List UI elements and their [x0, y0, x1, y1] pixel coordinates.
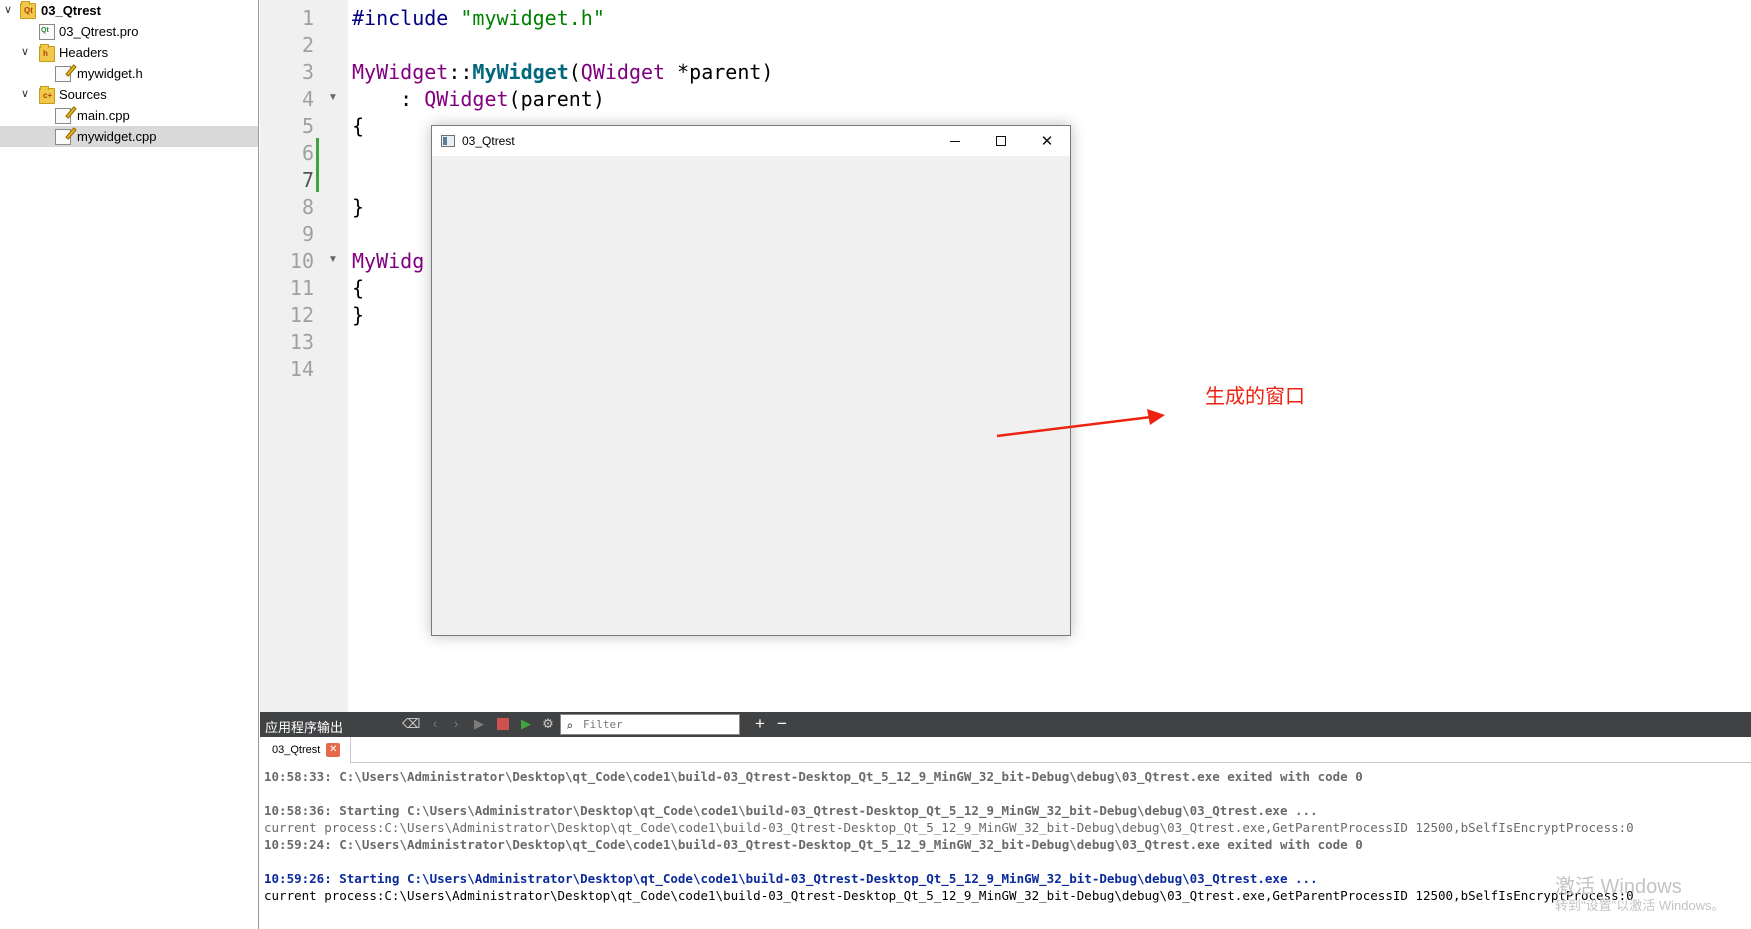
code-line-1: #include "mywidget.h"	[352, 6, 605, 30]
tree-item-main-cpp[interactable]: main.cpp	[0, 105, 258, 126]
output-panel-title: 应用程序输出	[265, 720, 344, 735]
filter-input[interactable]: ⌕ Filter	[560, 714, 740, 735]
line-number: 12	[289, 303, 314, 327]
chevron-down-icon[interactable]: ∨	[19, 88, 31, 100]
line-number: 8	[301, 195, 314, 219]
annotation-arrow-head	[1147, 409, 1165, 425]
output-tab-bar: 03_Qtrest ✕	[260, 737, 1751, 763]
zoom-in-icon[interactable]: +	[752, 715, 768, 732]
chevron-down-icon[interactable]: ∨	[2, 4, 14, 16]
code-line-5: {	[352, 114, 365, 138]
minimize-button[interactable]	[932, 126, 978, 156]
generated-window[interactable]: 03_Qtrest ✕	[431, 125, 1071, 636]
project-tree: ∨ Qt 03_Qtrest Qt 03_Qtrest.pro ∨ h Head…	[0, 0, 259, 929]
line-number: 11	[289, 276, 314, 300]
pro-file-icon: Qt	[39, 24, 55, 40]
zoom-out-icon[interactable]: −	[774, 715, 790, 732]
code-line-3: MyWidget::MyWidget(QWidget *parent)	[352, 60, 774, 84]
header-file-icon	[55, 64, 77, 82]
output-toolbar: 应用程序输出 ⌫ ‹ › ▶ ▶ ⚙ ⌕ Filter + −	[260, 712, 1751, 737]
tree-item-project[interactable]: ∨ Qt 03_Qtrest	[0, 0, 258, 21]
line-number: 10	[289, 249, 314, 273]
line-number: 5	[301, 114, 314, 138]
tree-item-mywidget-h[interactable]: mywidget.h	[0, 63, 258, 84]
tree-label-mywidget-cpp: mywidget.cpp	[77, 129, 157, 144]
source-file-icon	[55, 106, 77, 124]
tree-item-sources[interactable]: ∨ c+ Sources	[0, 84, 258, 105]
sources-folder-icon: c+	[39, 86, 55, 104]
output-tab[interactable]: 03_Qtrest ✕	[260, 737, 352, 763]
code-line-11: {	[352, 276, 365, 300]
log-line: 10:58:33: C:\Users\Administrator\Desktop…	[264, 769, 1363, 784]
tree-label-sources: Sources	[59, 87, 107, 102]
activation-watermark-hint: 转到"设置"以激活 Windows。	[1555, 898, 1725, 913]
clear-output-icon[interactable]: ⌫	[402, 716, 420, 732]
line-number: 13	[289, 330, 314, 354]
code-line-12: }	[352, 303, 365, 327]
stop-icon[interactable]	[495, 716, 511, 732]
annotation-arrow-line	[996, 415, 1152, 438]
annotation-label: 生成的窗口	[1205, 384, 1305, 408]
window-titlebar[interactable]: 03_Qtrest ✕	[432, 126, 1070, 156]
code-line-4: : QWidget(parent)	[352, 87, 605, 111]
tree-label-mywidget-h: mywidget.h	[77, 66, 143, 81]
project-folder-icon: Qt	[20, 1, 36, 19]
line-number: 9	[301, 222, 314, 246]
log-line: 10:59:26: Starting C:\Users\Administrato…	[264, 871, 1318, 886]
maximize-button[interactable]	[978, 126, 1024, 156]
tree-item-pro-file[interactable]: Qt 03_Qtrest.pro	[0, 21, 258, 42]
debug-run-icon[interactable]: ▶	[518, 716, 534, 732]
close-icon: ✕	[1040, 133, 1054, 150]
code-line-10: MyWidg	[352, 249, 425, 273]
code-line-8: }	[352, 195, 365, 219]
close-button[interactable]: ✕	[1024, 126, 1070, 156]
minimize-icon	[950, 140, 960, 142]
tree-label-main-cpp: main.cpp	[77, 108, 130, 123]
run-icon[interactable]: ▶	[471, 716, 487, 732]
tree-item-headers[interactable]: ∨ h Headers	[0, 42, 258, 63]
tree-label-headers: Headers	[59, 45, 109, 60]
window-title: 03_Qtrest	[462, 134, 515, 148]
fold-arrow-icon[interactable]: ▼	[328, 92, 338, 103]
line-number: 4	[301, 87, 314, 111]
tree-label-pro-file: 03_Qtrest.pro	[59, 24, 139, 39]
line-number: 2	[301, 33, 314, 57]
annotation-arrow	[996, 409, 1165, 438]
source-file-icon	[55, 127, 77, 145]
maximize-icon	[996, 136, 1006, 146]
search-icon: ⌕	[566, 719, 574, 733]
log-line: 10:58:36: Starting C:\Users\Administrato…	[264, 803, 1318, 818]
change-marker	[316, 138, 319, 192]
tree-label-project: 03_Qtrest	[41, 3, 101, 18]
log-line: 10:59:24: C:\Users\Administrator\Desktop…	[264, 837, 1363, 852]
tree-item-mywidget-cpp[interactable]: mywidget.cpp	[0, 126, 258, 147]
output-tab-label: 03_Qtrest	[272, 744, 321, 756]
line-number: 6	[301, 141, 314, 165]
headers-folder-icon: h	[39, 44, 55, 62]
close-tab-icon[interactable]: ✕	[326, 743, 341, 757]
window-app-icon	[441, 135, 455, 147]
line-number: 3	[301, 60, 314, 84]
log-line: current process:C:\Users\Administrator\D…	[264, 888, 1634, 903]
chevron-right-icon[interactable]: ›	[448, 716, 464, 732]
fold-arrow-icon[interactable]: ▼	[328, 254, 338, 265]
output-log[interactable]: 10:58:33: C:\Users\Administrator\Desktop…	[260, 763, 1751, 929]
filter-placeholder: Filter	[583, 718, 623, 731]
log-line: current process:C:\Users\Administrator\D…	[264, 820, 1634, 835]
line-number: 14	[289, 357, 314, 381]
chevron-down-icon[interactable]: ∨	[19, 46, 31, 58]
gear-icon[interactable]: ⚙	[540, 716, 556, 732]
line-number: 1	[301, 6, 314, 30]
chevron-left-icon[interactable]: ‹	[427, 716, 443, 732]
line-number-current: 7	[301, 168, 314, 192]
